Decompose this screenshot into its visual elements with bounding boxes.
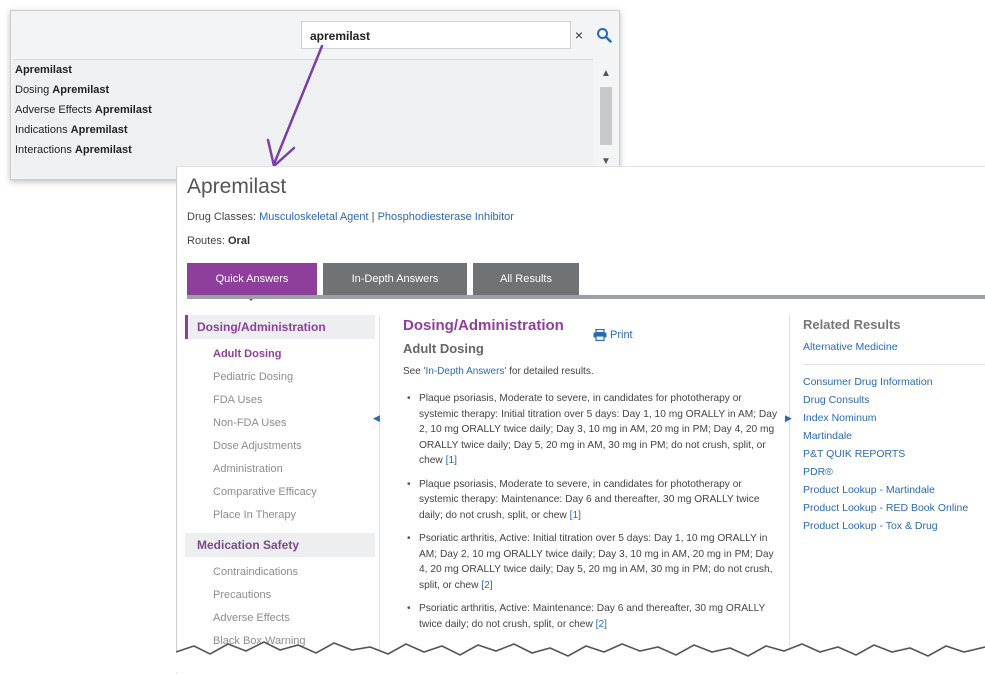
- nav-item-fda-uses[interactable]: FDA Uses: [185, 389, 375, 412]
- reference-link[interactable]: [1]: [446, 455, 457, 466]
- related-link[interactable]: Product Lookup - Martindale: [803, 481, 985, 499]
- search-button[interactable]: [591, 22, 617, 48]
- list-item: Psoriatic arthritis, Active: Initial tit…: [403, 531, 783, 593]
- tab-all-results[interactable]: All Results: [473, 263, 579, 295]
- related-results: Related Results Alternative Medicine Con…: [803, 317, 985, 535]
- reference-link[interactable]: [2]: [481, 580, 492, 591]
- scrollbar-thumb[interactable]: [600, 87, 612, 145]
- drug-class-link[interactable]: Musculoskeletal Agent: [259, 211, 368, 223]
- related-link[interactable]: Index Nominum: [803, 409, 985, 427]
- nav-section-medication-safety[interactable]: Medication Safety: [185, 533, 375, 557]
- close-icon[interactable]: ×: [575, 27, 583, 43]
- related-link[interactable]: Alternative Medicine: [803, 338, 985, 356]
- routes-value: Oral: [227, 235, 250, 247]
- answer-tabs: Quick Answers In-Depth Answers All Resul…: [187, 263, 579, 301]
- nav-item-precautions[interactable]: Precautions: [185, 584, 375, 607]
- drug-classes: Drug Classes: Musculoskeletal Agent | Ph…: [187, 211, 514, 223]
- nav-item-place-in-therapy[interactable]: Place In Therapy: [185, 504, 375, 527]
- section-navigation: Dosing/Administration Adult Dosing Pedia…: [185, 315, 375, 653]
- reference-link[interactable]: [1]: [570, 510, 581, 521]
- torn-edge-decoration: [176, 641, 985, 673]
- separator: |: [371, 211, 375, 223]
- nav-item-pediatric-dosing[interactable]: Pediatric Dosing: [185, 366, 375, 389]
- nav-section-dosing[interactable]: Dosing/Administration: [185, 315, 375, 339]
- nav-item-non-fda-uses[interactable]: Non-FDA Uses: [185, 412, 375, 435]
- related-link[interactable]: Product Lookup - RED Book Online: [803, 499, 985, 517]
- nav-item-contraindications[interactable]: Contraindications: [185, 561, 375, 584]
- main-content: Dosing/Administration Print Adult Dosing…: [403, 317, 783, 640]
- related-link[interactable]: PDR®: [803, 463, 985, 481]
- clear-search-button[interactable]: ×: [569, 25, 589, 45]
- tab-in-depth-answers[interactable]: In-Depth Answers: [323, 263, 467, 295]
- related-link[interactable]: Consumer Drug Information: [803, 373, 985, 391]
- related-heading: Related Results: [803, 317, 901, 332]
- list-item: Psoriatic arthritis, Active: Maintenance…: [403, 601, 783, 632]
- related-link[interactable]: Product Lookup - Tox & Drug: [803, 517, 985, 535]
- drug-classes-label: Drug Classes:: [187, 211, 257, 223]
- printer-icon[interactable]: [593, 329, 607, 341]
- divider: [803, 364, 985, 365]
- in-depth-link[interactable]: 'In-Depth Answers': [424, 366, 507, 377]
- routes-label: Routes:: [187, 235, 225, 247]
- scroll-up-icon[interactable]: ▲: [599, 67, 613, 81]
- dosing-list: Plaque psoriasis, Moderate to severe, in…: [403, 391, 783, 632]
- nav-item-adult-dosing[interactable]: Adult Dosing: [185, 343, 375, 366]
- page-title: Apremilast: [187, 175, 287, 198]
- drug-class-link[interactable]: Phosphodiesterase Inhibitor: [378, 211, 514, 223]
- list-item: Plaque psoriasis, Moderate to severe, in…: [403, 391, 783, 469]
- list-item: Plaque psoriasis, Moderate to severe, in…: [403, 477, 783, 524]
- nav-item-dose-adjustments[interactable]: Dose Adjustments: [185, 435, 375, 458]
- collapse-left-icon[interactable]: ◀: [373, 413, 380, 424]
- print-button[interactable]: Print: [593, 329, 633, 341]
- drug-routes: Routes: Oral: [187, 235, 250, 247]
- column-divider: [379, 315, 380, 665]
- tab-divider: [187, 295, 985, 299]
- nav-item-adverse-effects[interactable]: Adverse Effects: [185, 607, 375, 630]
- nav-item-administration[interactable]: Administration: [185, 458, 375, 481]
- column-divider: [789, 315, 790, 665]
- subsection-heading: Adult Dosing: [403, 341, 484, 356]
- search-input[interactable]: [308, 25, 532, 47]
- see-note: See 'In-Depth Answers' for detailed resu…: [403, 366, 594, 377]
- annotation-arrow-icon: [266, 44, 324, 168]
- drug-page: Apremilast Drug Classes: Musculoskeletal…: [176, 166, 985, 674]
- nav-item-comparative-efficacy[interactable]: Comparative Efficacy: [185, 481, 375, 504]
- section-heading: Dosing/Administration: [403, 317, 564, 334]
- search-box[interactable]: [301, 21, 571, 49]
- print-label[interactable]: Print: [610, 329, 633, 341]
- reference-link[interactable]: [2]: [596, 619, 607, 630]
- expand-right-icon[interactable]: ▶: [785, 413, 792, 424]
- related-link[interactable]: P&T QUIK REPORTS: [803, 445, 985, 463]
- suggestion-scrollbar[interactable]: ▲ ▼: [599, 67, 613, 169]
- search-icon[interactable]: [596, 27, 612, 43]
- related-link[interactable]: Martindale: [803, 427, 985, 445]
- related-link[interactable]: Drug Consults: [803, 391, 985, 409]
- tab-quick-answers[interactable]: Quick Answers: [187, 263, 317, 301]
